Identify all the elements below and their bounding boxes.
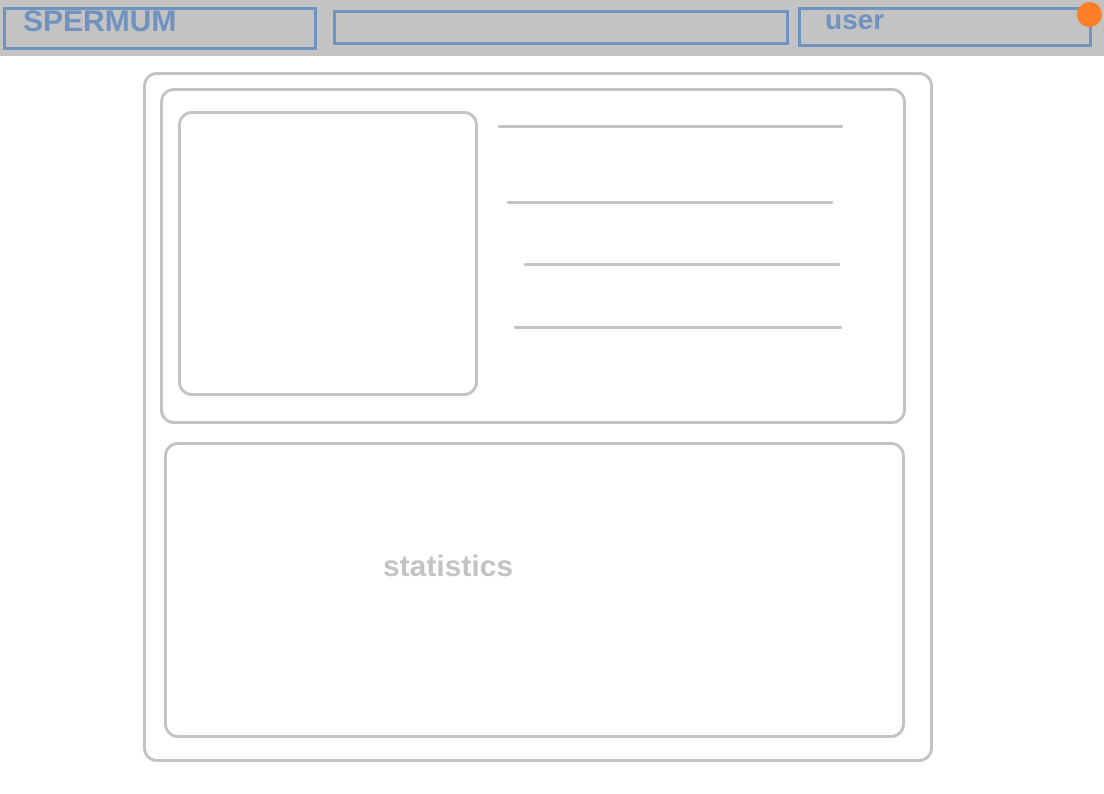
search-input[interactable] — [333, 10, 789, 45]
notification-dot-icon[interactable] — [1077, 2, 1102, 27]
profile-info-line-4 — [514, 326, 842, 329]
logo-text: SPERMUM — [23, 5, 177, 38]
profile-info-line-3 — [524, 263, 840, 266]
user-menu-button[interactable]: user — [798, 4, 1092, 47]
profile-info-line-1 — [498, 125, 843, 128]
profile-info-line-2 — [507, 201, 833, 204]
statistics-label: statistics — [383, 550, 514, 583]
statistics-panel — [164, 442, 905, 738]
logo[interactable]: SPERMUM — [3, 5, 317, 50]
user-label: user — [825, 4, 885, 35]
avatar-placeholder-icon[interactable] — [178, 111, 478, 396]
